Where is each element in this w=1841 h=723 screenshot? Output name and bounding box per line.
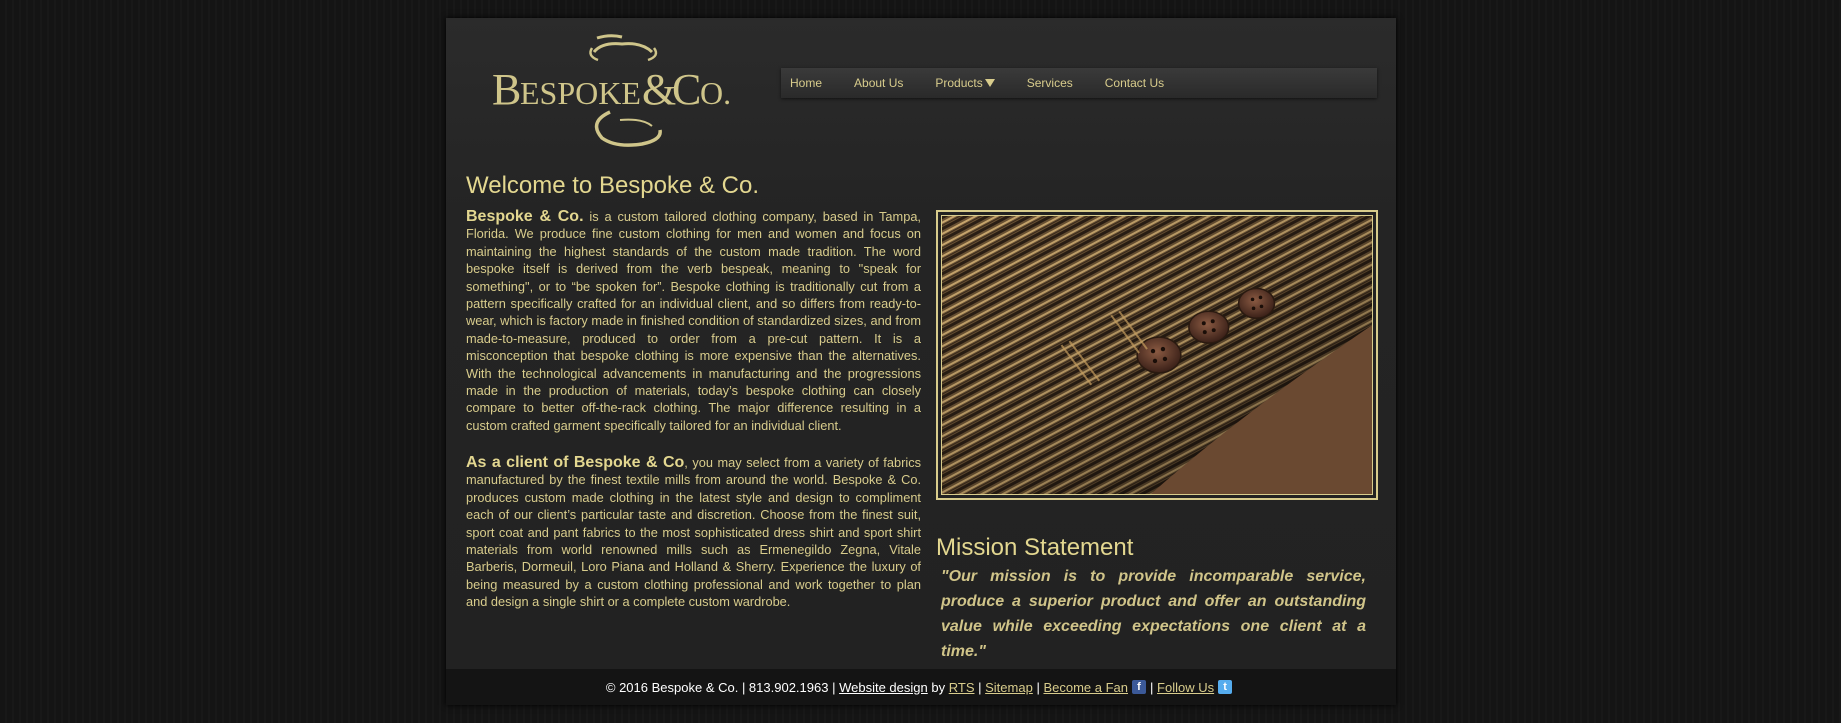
nav-home[interactable]: Home <box>781 76 831 90</box>
nav-contact-label: Contact Us <box>1104 76 1165 90</box>
footer-separator: | <box>978 679 982 695</box>
hero-image-frame <box>936 210 1378 500</box>
footer-by: by <box>931 679 946 695</box>
page-container: B ESPOKE & C O. Home About Us Products S… <box>446 18 1396 705</box>
intro-text: is a custom tailored clothing company, b… <box>466 209 921 433</box>
fabric-buttons-image <box>941 215 1373 495</box>
client-text: , you may select from a variety of fabri… <box>466 455 921 610</box>
nav-about-us[interactable]: About Us <box>845 76 912 90</box>
footer: © 2016 Bespoke & Co. | 813.902.1963 | We… <box>446 669 1396 705</box>
facebook-icon[interactable]: f <box>1132 680 1147 694</box>
website-design-link[interactable]: Website design <box>839 680 928 695</box>
mission-title: Mission Statement <box>936 534 1134 561</box>
twitter-icon[interactable]: t <box>1218 680 1233 694</box>
nav-services[interactable]: Services <box>1018 76 1082 90</box>
footer-separator: | <box>1036 679 1040 695</box>
nav-products-label: Products <box>935 76 983 90</box>
client-paragraph: As a client of Bespoke & Co, you may sel… <box>466 454 921 611</box>
svg-text:ESPOKE: ESPOKE <box>520 75 641 111</box>
fabric-image-graphic <box>942 216 1372 494</box>
page-title: Welcome to Bespoke & Co. <box>466 172 760 199</box>
nav-about-label: About Us <box>854 76 904 90</box>
logo-graphic: B ESPOKE & C O. <box>492 34 731 147</box>
svg-text:C: C <box>672 65 701 114</box>
nav-contact-us[interactable]: Contact Us <box>1096 76 1173 90</box>
sitemap-link[interactable]: Sitemap <box>985 680 1033 695</box>
svg-text:B: B <box>492 65 521 114</box>
intro-paragraph: Bespoke & Co. is a custom tailored cloth… <box>466 208 921 434</box>
chevron-down-icon <box>984 79 995 87</box>
intro-lead: Bespoke & Co. <box>466 208 584 225</box>
mission-quote: "Our mission is to provide incomparable … <box>941 568 1366 660</box>
svg-text:O.: O. <box>700 75 731 111</box>
nav-services-label: Services <box>1026 76 1073 90</box>
main-nav: Home About Us Products Services Contact … <box>781 68 1377 98</box>
client-lead: As a client of Bespoke & Co <box>466 454 685 471</box>
footer-copyright: © 2016 Bespoke & Co. | 813.902.1963 | <box>605 679 836 695</box>
bespoke-logo[interactable]: B ESPOKE & C O. <box>492 34 752 154</box>
become-a-fan-link[interactable]: Become a Fan <box>1043 680 1128 695</box>
footer-separator: | <box>1150 679 1154 695</box>
nav-products[interactable]: Products <box>926 76 1003 90</box>
follow-us-link[interactable]: Follow Us <box>1157 680 1214 695</box>
rts-link[interactable]: RTS <box>949 680 975 695</box>
nav-home-label: Home <box>790 76 823 90</box>
